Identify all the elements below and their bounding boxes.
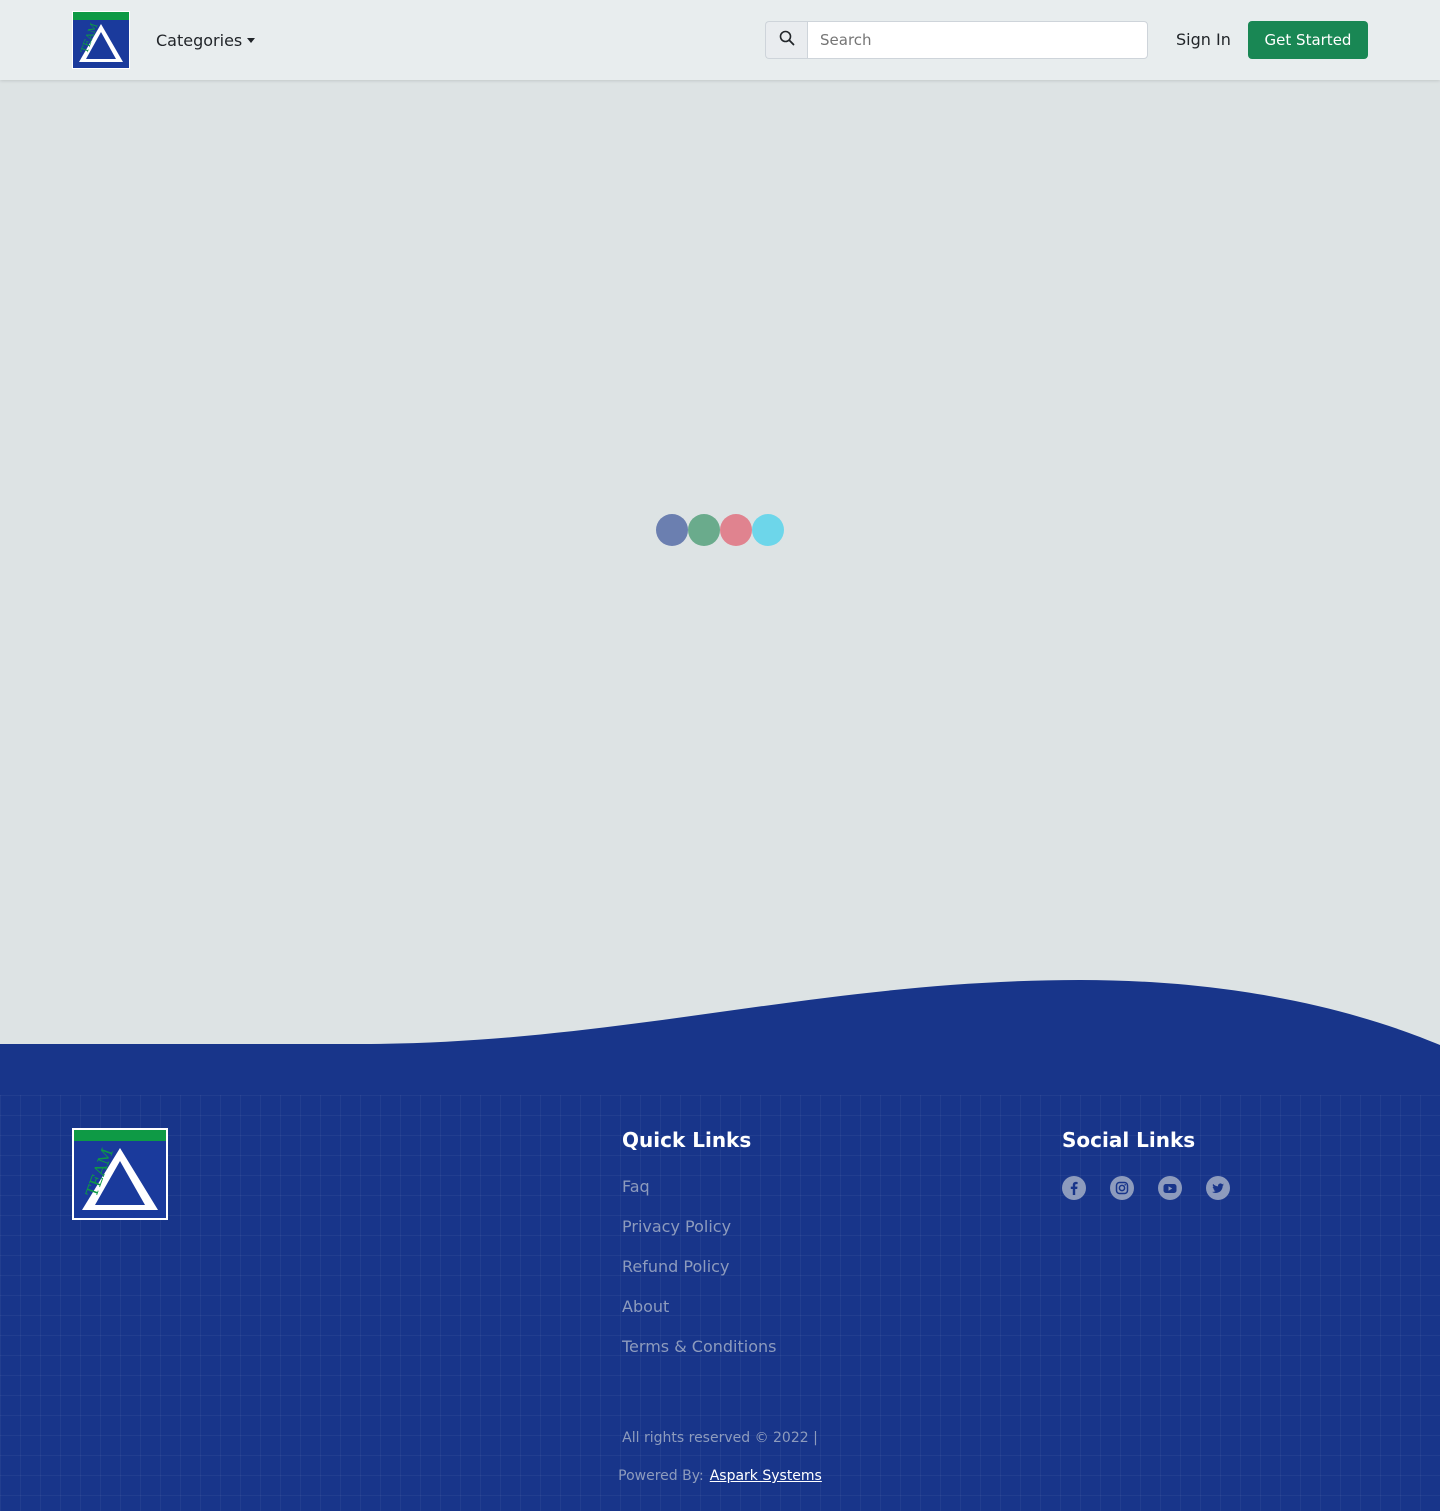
loader-dot	[752, 514, 784, 546]
list-item: Terms & Conditions	[622, 1335, 776, 1375]
terms-conditions-link[interactable]: Terms & Conditions	[622, 1337, 776, 1356]
svg-text:Estd. 2008: Estd. 2008	[90, 62, 112, 67]
youtube-icon[interactable]	[1158, 1176, 1182, 1200]
sign-in-link[interactable]: Sign In	[1176, 28, 1231, 52]
list-item: Faq	[622, 1175, 776, 1215]
faq-link[interactable]: Faq	[622, 1177, 650, 1196]
social-links-heading: Social Links	[1062, 1128, 1196, 1152]
footer: TEAM Estd. 2008 Quick Links Faq Privacy …	[0, 1095, 1440, 1511]
list-item: Refund Policy	[622, 1255, 776, 1295]
navbar: TEAM Estd. 2008 Categories Sign In Get S…	[0, 0, 1440, 80]
categories-label: Categories	[156, 30, 243, 50]
quick-links-heading: Quick Links	[622, 1128, 752, 1152]
powered-by: Powered By: Aspark Systems	[0, 1466, 1440, 1486]
footer-logo[interactable]: TEAM Estd. 2008	[72, 1128, 168, 1220]
list-item: Privacy Policy	[622, 1215, 776, 1255]
about-link[interactable]: About	[622, 1297, 669, 1316]
refund-policy-link[interactable]: Refund Policy	[622, 1257, 729, 1276]
search-group	[765, 21, 1148, 59]
loading-indicator	[656, 514, 784, 546]
powered-by-label: Powered By:	[618, 1468, 704, 1484]
aspark-systems-link[interactable]: Aspark Systems	[710, 1468, 822, 1484]
search-input[interactable]	[807, 21, 1148, 59]
search-icon	[779, 30, 795, 50]
facebook-icon[interactable]	[1062, 1176, 1086, 1200]
categories-dropdown[interactable]: Categories	[156, 28, 256, 52]
social-links	[1062, 1176, 1230, 1200]
search-button[interactable]	[765, 21, 807, 59]
copyright-text: All rights reserved © 2022 |	[622, 1430, 818, 1446]
loader-dot	[656, 514, 688, 546]
quick-links-list: Faq Privacy Policy Refund Policy About T…	[622, 1175, 776, 1375]
site-logo[interactable]: TEAM Estd. 2008	[72, 11, 130, 69]
caret-down-icon	[247, 38, 256, 43]
instagram-icon[interactable]	[1110, 1176, 1134, 1200]
list-item: About	[622, 1295, 776, 1335]
svg-text:Estd. 2008: Estd. 2008	[104, 1212, 136, 1219]
privacy-policy-link[interactable]: Privacy Policy	[622, 1217, 731, 1236]
twitter-icon[interactable]	[1206, 1176, 1230, 1200]
loader-dot	[720, 514, 752, 546]
get-started-button[interactable]: Get Started	[1248, 21, 1368, 59]
footer-wave	[0, 980, 1440, 1100]
loader-dot	[688, 514, 720, 546]
